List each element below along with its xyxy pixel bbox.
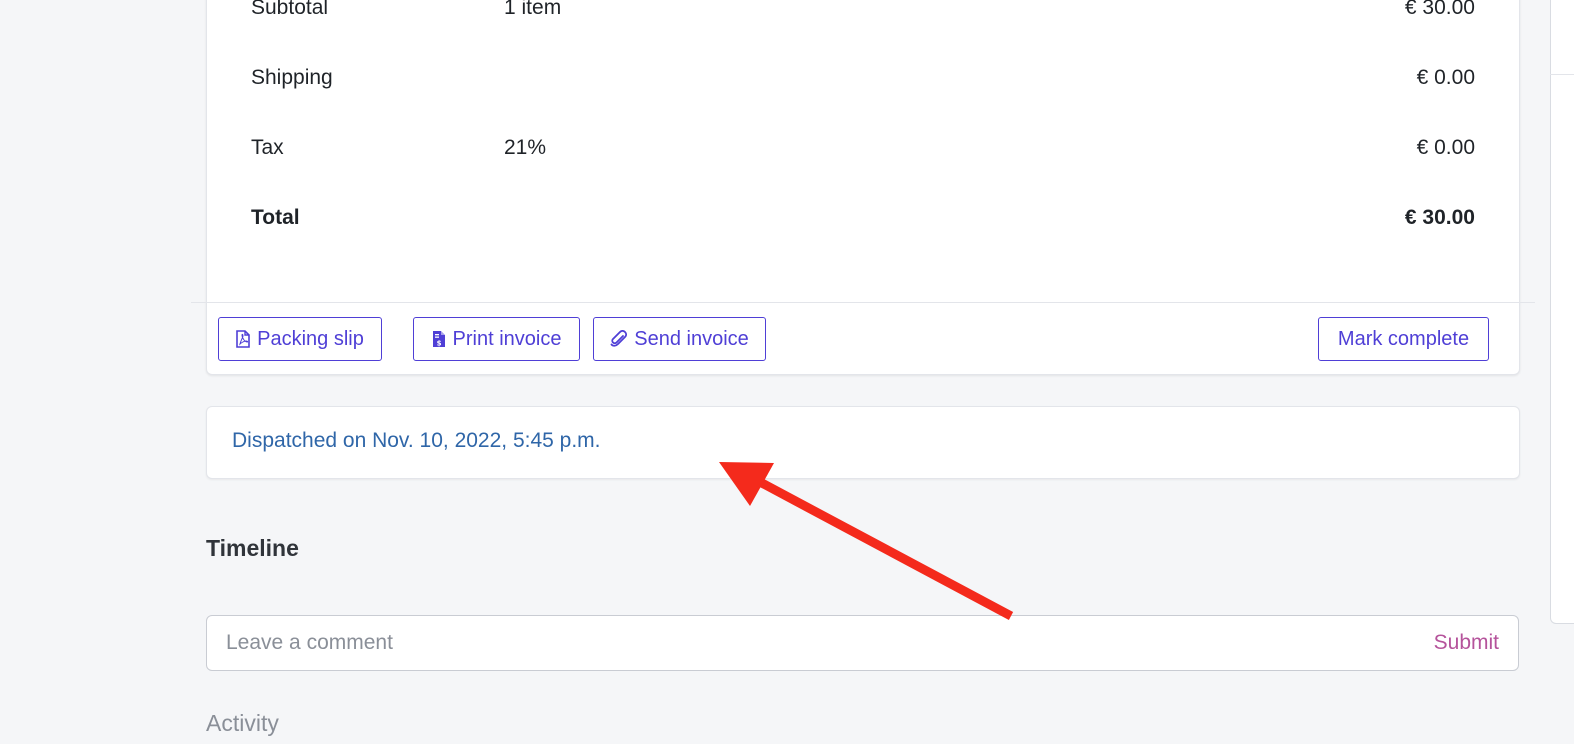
side-panel [1550, 0, 1574, 624]
comment-box: Submit [206, 615, 1519, 671]
card-divider [191, 302, 1535, 303]
packing-slip-button[interactable]: Packing slip [218, 317, 382, 361]
tax-label: Tax [251, 136, 284, 159]
subtotal-item-count: 1 item [504, 0, 562, 19]
comment-input[interactable] [226, 616, 1376, 670]
subtotal-row: Subtotal 1 item € 30.00 [251, 0, 1475, 23]
tax-row: Tax 21% € 0.00 [251, 133, 1475, 163]
send-invoice-button[interactable]: Send invoice [593, 317, 766, 361]
total-amount: € 30.00 [1404, 206, 1475, 229]
side-panel-divider [1550, 74, 1574, 75]
svg-text:$: $ [436, 340, 441, 348]
subtotal-label: Subtotal [251, 0, 329, 19]
send-invoice-label: Send invoice [634, 327, 749, 350]
mark-complete-button[interactable]: Mark complete [1318, 317, 1489, 361]
dispatch-status-text: Dispatched on Nov. 10, 2022, 5:45 p.m. [232, 429, 601, 452]
tax-rate: 21% [504, 136, 547, 159]
invoice-file-icon: $ [432, 331, 445, 348]
pdf-file-icon [236, 330, 250, 348]
print-invoice-label: Print invoice [452, 327, 562, 350]
shipping-label: Shipping [251, 66, 333, 89]
timeline-heading: Timeline [206, 535, 299, 561]
shipping-amount: € 0.00 [1416, 66, 1475, 89]
paperclip-icon [610, 330, 628, 347]
print-invoice-button[interactable]: $ Print invoice [413, 317, 580, 361]
dispatch-status-card: Dispatched on Nov. 10, 2022, 5:45 p.m. [206, 406, 1520, 479]
page: Subtotal 1 item € 30.00 Shipping € 0.00 … [0, 0, 1574, 744]
tax-amount: € 0.00 [1416, 136, 1475, 159]
packing-slip-label: Packing slip [257, 327, 364, 350]
total-row: Total € 30.00 [251, 203, 1475, 233]
shipping-row: Shipping € 0.00 [251, 63, 1475, 93]
total-label: Total [251, 206, 300, 229]
subtotal-amount: € 30.00 [1404, 0, 1475, 19]
submit-button[interactable]: Submit [1434, 631, 1499, 655]
arrow-shaft [757, 478, 1014, 620]
activity-heading: Activity [206, 710, 279, 736]
mark-complete-label: Mark complete [1337, 327, 1470, 350]
